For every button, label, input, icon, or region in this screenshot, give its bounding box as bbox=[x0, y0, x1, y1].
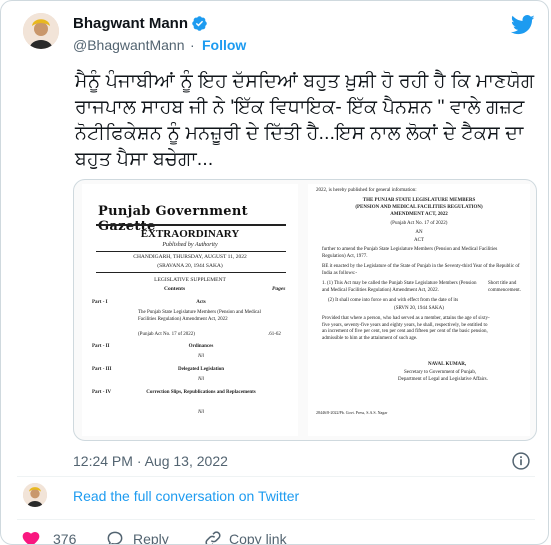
gazette-part: Part - III bbox=[92, 367, 112, 372]
author-name[interactable]: Bhagwant Mann bbox=[73, 15, 188, 32]
author-handle[interactable]: @BhagwantMann bbox=[73, 37, 185, 53]
gazette-text: Secretary to Government of Punjab, bbox=[404, 370, 477, 375]
gazette-act-name: The Punjab State Legislature Members (Pe… bbox=[138, 310, 261, 322]
gazette-text: further to amend the Punjab State Legisl… bbox=[322, 247, 498, 259]
info-icon[interactable] bbox=[511, 451, 531, 471]
tweet-timestamp[interactable]: 12:24 PM · Aug 13, 2022 bbox=[73, 453, 228, 469]
gazette-section: Delegated Legislation bbox=[178, 367, 224, 372]
tweet-card: Bhagwant Mann @BhagwantMann · Follow ਮੈਨ… bbox=[0, 0, 549, 545]
verified-badge-icon bbox=[192, 16, 207, 31]
gazette-side-note: Short title and commencement. bbox=[488, 281, 521, 293]
divider bbox=[17, 476, 535, 477]
gazette-page-right: 2022, is hereby published for general in… bbox=[308, 184, 530, 436]
gazette-saka: (SRAVANA 20, 1944 SAKA) bbox=[157, 263, 223, 269]
gazette-text: BE it enacted by the Legislature of the … bbox=[322, 264, 520, 276]
gazette-text: (SRVN 20, 1944 SAKA) bbox=[394, 306, 444, 311]
follow-button[interactable]: Follow bbox=[202, 37, 246, 53]
gazette-text: Department of Legal and Legislative Affa… bbox=[398, 377, 488, 382]
copy-link-button[interactable]: Copy link bbox=[229, 531, 287, 544]
gazette-nil: Nil bbox=[197, 410, 205, 415]
gazette-date: CHANDIGARH, THURSDAY, AUGUST 11, 2022 bbox=[133, 254, 247, 260]
gazette-part: Part - IV bbox=[92, 390, 112, 395]
gazette-text: AN bbox=[415, 230, 423, 235]
link-icon[interactable] bbox=[203, 529, 223, 545]
gazette-act-pages: .61-62 bbox=[268, 332, 281, 337]
tweet-text: ਮੈਨੂੰ ਪੰਜਾਬੀਆਂ ਨੂੰ ਇਹ ਦੱਸਦਿਆਂ ਬਹੁਤ ਖ਼ੁਸ਼… bbox=[75, 71, 535, 170]
reply-button[interactable]: Reply bbox=[133, 531, 169, 544]
reply-icon[interactable] bbox=[105, 529, 125, 545]
gazette-rule bbox=[96, 251, 286, 252]
gazette-section: Acts bbox=[196, 300, 206, 305]
gazette-heading: (PENSION AND MEDICAL FACILITIES REGULATI… bbox=[355, 205, 483, 210]
gazette-extraordinary: EXTRAORDINARY bbox=[140, 228, 240, 240]
divider bbox=[17, 519, 535, 520]
avatar[interactable] bbox=[23, 13, 59, 49]
gazette-published: Published by Authority bbox=[162, 242, 218, 248]
gazette-part: Part - II bbox=[92, 344, 110, 349]
gazette-pages: Pages bbox=[272, 286, 286, 292]
gazette-text: 2022, is hereby published for general in… bbox=[316, 188, 417, 193]
tweet-media-image[interactable]: Punjab Government Gazette EXTRAORDINARY … bbox=[73, 179, 537, 441]
gazette-heading: THE PUNJAB STATE LEGISLATURE MEMBERS bbox=[362, 198, 476, 203]
gazette-act-no: (Punjab Act No. 17 of 2022) bbox=[390, 221, 448, 226]
gazette-signer: NAVAL KUMAR, bbox=[428, 362, 467, 367]
gazette-footer: 28446/8-2022/Pb. Govt. Press, S.A.S. Nag… bbox=[316, 410, 388, 415]
gazette-part: Part - I bbox=[92, 300, 108, 305]
gazette-text: (2) It shall come into force on and with… bbox=[328, 298, 459, 303]
gazette-rule bbox=[96, 272, 286, 273]
reply-avatar[interactable] bbox=[23, 483, 47, 507]
gazette-act-no: (Punjab Act No. 17 of 2022) bbox=[138, 332, 195, 337]
separator-dot: · bbox=[190, 37, 195, 53]
gazette-supplement: LEGISLATIVE SUPPLEMENT bbox=[154, 277, 226, 283]
gazette-section: Ordinances bbox=[188, 344, 214, 349]
gazette-heading: AMENDMENT ACT, 2022 bbox=[390, 212, 448, 217]
gazette-nil: Nil bbox=[197, 354, 205, 359]
twitter-bird-icon[interactable] bbox=[511, 15, 535, 35]
gazette-text: 1. (1) This Act may be called the Punjab… bbox=[322, 281, 477, 293]
gazette-text: Provided that where a person, who had se… bbox=[322, 316, 490, 341]
gazette-text: ACT bbox=[414, 238, 424, 243]
like-count[interactable]: 376 bbox=[53, 531, 76, 544]
gazette-rule bbox=[96, 224, 286, 226]
gazette-contents: Contents bbox=[164, 286, 186, 292]
heart-icon[interactable] bbox=[21, 529, 41, 545]
read-full-conversation-link[interactable]: Read the full conversation on Twitter bbox=[73, 488, 299, 504]
gazette-nil: Nil bbox=[197, 377, 205, 382]
gazette-section: Correction Slips, Republications and Rep… bbox=[146, 390, 256, 395]
gazette-page-left: Punjab Government Gazette EXTRAORDINARY … bbox=[82, 184, 298, 436]
